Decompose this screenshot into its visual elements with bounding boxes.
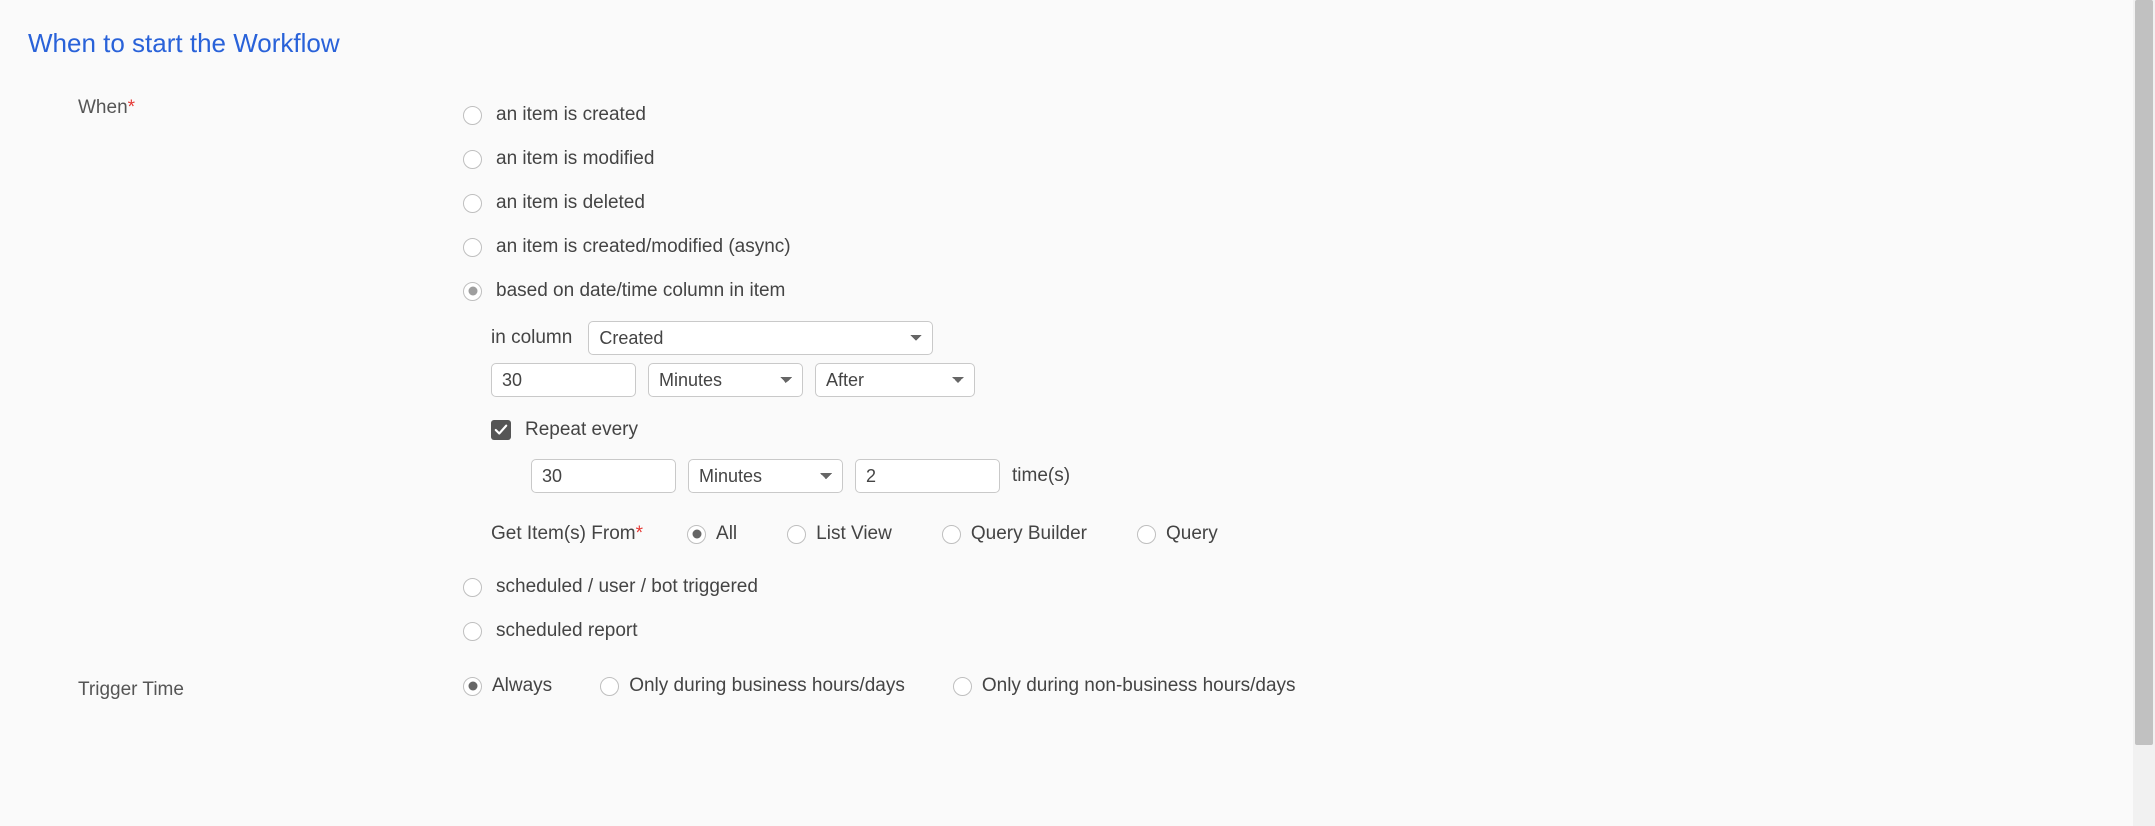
radio-icon[interactable]: [1137, 525, 1156, 544]
required-star: *: [636, 523, 643, 544]
when-label-text: When: [78, 97, 128, 118]
required-star: *: [128, 97, 135, 118]
option-label: an item is deleted: [496, 192, 645, 214]
option-label: an item is created/modified (async): [496, 236, 791, 258]
scrollbar-track[interactable]: [2133, 0, 2155, 826]
radio-icon[interactable]: [953, 677, 972, 696]
radio-icon[interactable]: [942, 525, 961, 544]
when-label: When*: [28, 93, 463, 119]
trigger-business-hours[interactable]: Only during business hours/days: [600, 675, 905, 697]
repeat-times-input[interactable]: [855, 459, 1000, 493]
when-option-created[interactable]: an item is created: [463, 93, 2127, 137]
radio-icon[interactable]: [463, 238, 482, 257]
times-suffix: time(s): [1012, 465, 1070, 487]
trigger-always[interactable]: Always: [463, 675, 552, 697]
interval-row: Minutes After: [491, 363, 2127, 397]
option-label: Query: [1166, 523, 1218, 545]
option-label: List View: [816, 523, 892, 545]
radio-icon[interactable]: [463, 677, 482, 696]
get-items-query-builder[interactable]: Query Builder: [942, 523, 1087, 545]
section-title: When to start the Workflow: [28, 28, 2127, 59]
option-label: Query Builder: [971, 523, 1087, 545]
when-option-modified[interactable]: an item is modified: [463, 137, 2127, 181]
trigger-time-label: Trigger Time: [28, 675, 463, 701]
in-column-label: in column: [491, 327, 572, 349]
get-items-label-text: Get Item(s) From: [491, 523, 636, 544]
radio-icon[interactable]: [463, 578, 482, 597]
option-label: based on date/time column in item: [496, 280, 785, 302]
radio-icon[interactable]: [463, 106, 482, 125]
when-option-deleted[interactable]: an item is deleted: [463, 181, 2127, 225]
when-option-date[interactable]: based on date/time column in item: [463, 269, 2127, 313]
radio-icon[interactable]: [463, 150, 482, 169]
repeat-label: Repeat every: [525, 419, 638, 441]
option-label: scheduled / user / bot triggered: [496, 576, 758, 598]
option-label: Always: [492, 675, 552, 697]
option-label: an item is modified: [496, 148, 654, 170]
radio-icon[interactable]: [787, 525, 806, 544]
radio-icon[interactable]: [463, 622, 482, 641]
interval-value-input[interactable]: [491, 363, 636, 397]
scrollbar-thumb[interactable]: [2135, 0, 2153, 745]
when-option-scheduled-report[interactable]: scheduled report: [463, 609, 2127, 653]
check-icon: [494, 423, 508, 437]
in-column-select[interactable]: Created: [588, 321, 933, 355]
interval-unit-select[interactable]: Minutes: [648, 363, 803, 397]
repeat-value-input[interactable]: [531, 459, 676, 493]
radio-icon[interactable]: [600, 677, 619, 696]
get-items-list-view[interactable]: List View: [787, 523, 892, 545]
repeat-unit-select[interactable]: Minutes: [688, 459, 843, 493]
repeat-checkbox[interactable]: [491, 420, 511, 440]
get-items-all[interactable]: All: [687, 523, 737, 545]
radio-icon[interactable]: [463, 282, 482, 301]
option-label: Only during non-business hours/days: [982, 675, 1296, 697]
option-label: All: [716, 523, 737, 545]
option-label: an item is created: [496, 104, 646, 126]
option-label: Only during business hours/days: [629, 675, 905, 697]
get-items-query[interactable]: Query: [1137, 523, 1218, 545]
get-items-label: Get Item(s) From*: [491, 523, 643, 545]
radio-icon[interactable]: [687, 525, 706, 544]
when-option-scheduled-user-bot[interactable]: scheduled / user / bot triggered: [463, 565, 2127, 609]
in-column-row: in column Created: [491, 321, 2127, 355]
trigger-non-business-hours[interactable]: Only during non-business hours/days: [953, 675, 1296, 697]
radio-icon[interactable]: [463, 194, 482, 213]
option-label: scheduled report: [496, 620, 638, 642]
interval-relation-select[interactable]: After: [815, 363, 975, 397]
when-option-async[interactable]: an item is created/modified (async): [463, 225, 2127, 269]
